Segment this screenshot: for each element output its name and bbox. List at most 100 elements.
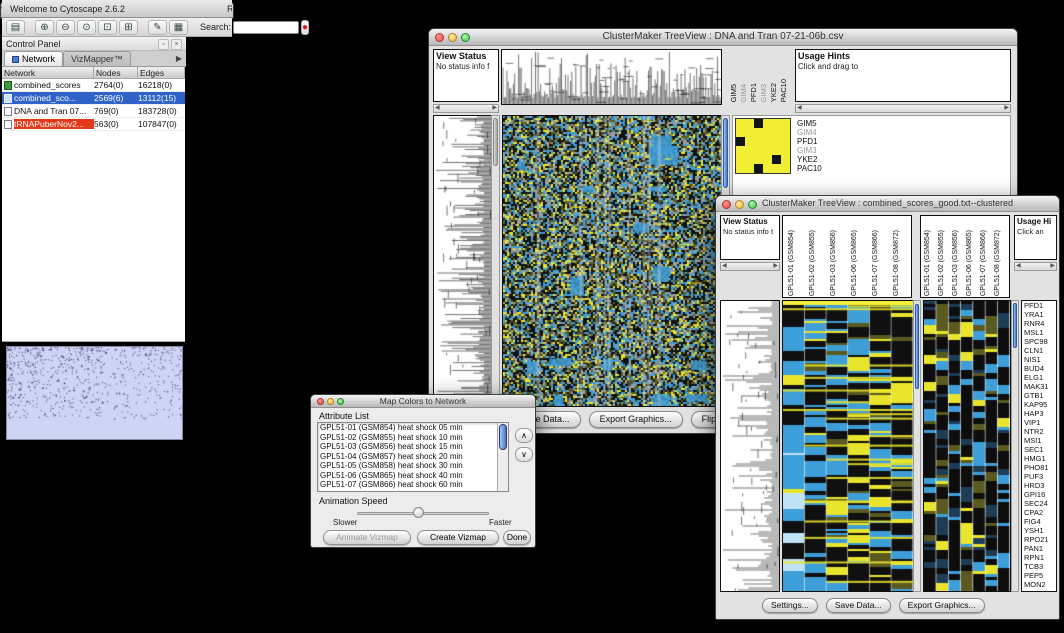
gene-label[interactable]: PAN1 xyxy=(1024,544,1056,553)
network-overview[interactable] xyxy=(6,346,183,440)
gene-label[interactable]: PHO81 xyxy=(1024,463,1056,472)
scrollbar-thumb[interactable] xyxy=(1013,303,1017,348)
scroll-right-icon[interactable]: ▶ xyxy=(492,105,497,112)
tab-network[interactable]: Network xyxy=(4,51,63,66)
dialog-titlebar[interactable]: Map Colors to Network xyxy=(311,395,535,408)
animate-vizmap-button[interactable]: Animate Vizmap xyxy=(323,530,411,545)
gene-label[interactable]: PFD1 xyxy=(1024,301,1056,310)
scroll-right-icon[interactable]: ▶ xyxy=(1050,263,1055,270)
attribute-item[interactable]: GPL51-06 (GSM865) heat shock 40 min xyxy=(318,471,508,481)
attribute-item[interactable]: GPL51-03 (GSM856) heat shock 15 min xyxy=(318,442,508,452)
speed-slider-thumb[interactable] xyxy=(413,507,424,518)
gene-label[interactable]: HRD3 xyxy=(1024,481,1056,490)
tab-vizmapper[interactable]: VizMapper™ xyxy=(63,51,131,66)
network-row[interactable]: combined_scores2764(0)16218(0) xyxy=(2,79,185,92)
close-panel-icon[interactable]: × xyxy=(171,39,182,50)
vertical-scrollbar[interactable] xyxy=(1011,300,1019,592)
treeview-dna-titlebar[interactable]: ClusterMaker TreeView : DNA and Tran 07-… xyxy=(429,29,1017,46)
gene-label[interactable]: VIP1 xyxy=(1024,418,1056,427)
gene-label[interactable]: HAP3 xyxy=(1024,409,1056,418)
grid-icon[interactable]: ▦ xyxy=(169,20,188,35)
record-icon[interactable]: ● xyxy=(301,20,309,35)
gene-label[interactable]: PAC10 xyxy=(797,164,822,173)
attribute-listbox[interactable]: GPL51-01 (GSM854) heat shock 05 minGPL51… xyxy=(317,422,509,492)
scroll-left-icon[interactable]: ◀ xyxy=(435,105,440,112)
tab-overflow-arrow-icon[interactable]: ▶ xyxy=(172,54,186,63)
gene-label[interactable]: RPN1 xyxy=(1024,553,1056,562)
minimize-button[interactable] xyxy=(327,398,334,405)
done-button[interactable]: Done xyxy=(503,530,531,545)
move-up-button[interactable]: ∧ xyxy=(515,428,533,443)
gene-label[interactable]: CPA2 xyxy=(1024,508,1056,517)
float-panel-icon[interactable]: ▫ xyxy=(158,39,169,50)
attribute-item[interactable]: GPL51-05 (GSM858) heat shock 30 min xyxy=(318,461,508,471)
row-dendrogram[interactable] xyxy=(720,300,780,592)
scroll-right-icon[interactable]: ▶ xyxy=(1004,105,1009,112)
vertical-scrollbar[interactable] xyxy=(913,300,921,592)
move-down-button[interactable]: ∨ xyxy=(515,447,533,462)
zoom-out-icon[interactable]: ⊖ xyxy=(56,20,75,35)
treeview-combined-titlebar[interactable]: ClusterMaker TreeView : combined_scores_… xyxy=(716,196,1059,212)
gene-label[interactable]: GIM3 xyxy=(797,146,822,155)
gene-label[interactable]: YRA1 xyxy=(1024,310,1056,319)
gene-label[interactable]: MAK31 xyxy=(1024,382,1056,391)
gene-label[interactable]: GPI16 xyxy=(1024,490,1056,499)
col-header-nodes[interactable]: Nodes xyxy=(94,67,138,78)
col-header-network[interactable]: Network xyxy=(2,67,94,78)
network-row[interactable]: combined_sco...2569(6)13112(15) xyxy=(2,92,185,105)
gene-label[interactable]: PEP5 xyxy=(1024,571,1056,580)
mini-scrollbar[interactable]: ◀ ▶ xyxy=(1014,262,1057,271)
zoom-button[interactable] xyxy=(748,200,757,209)
gene-label[interactable]: PFD1 xyxy=(797,137,822,146)
attribute-item[interactable]: GPL51-07 (GSM866) heat shock 60 min xyxy=(318,480,508,490)
gene-label[interactable]: KAP95 xyxy=(1024,400,1056,409)
attribute-item[interactable]: GPL51-04 (GSM857) heat shock 20 min xyxy=(318,452,508,462)
minimize-button[interactable] xyxy=(735,200,744,209)
scrollbar-thumb[interactable] xyxy=(723,118,728,188)
zoom-actual-icon[interactable]: ⊙ xyxy=(77,20,96,35)
scrollbar-thumb[interactable] xyxy=(499,424,507,450)
correlation-matrix[interactable] xyxy=(735,118,791,174)
gene-label[interactable]: PUF3 xyxy=(1024,472,1056,481)
scroll-left-icon[interactable]: ◀ xyxy=(797,105,802,112)
gene-label[interactable]: RNR4 xyxy=(1024,319,1056,328)
search-input[interactable] xyxy=(233,21,299,34)
zoom-heatmap[interactable] xyxy=(923,300,1011,592)
gene-label[interactable]: CLN1 xyxy=(1024,346,1056,355)
attribute-item[interactable]: GPL51-02 (GSM855) heat shock 10 min xyxy=(318,433,508,443)
gene-label[interactable]: RPO21 xyxy=(1024,535,1056,544)
gene-label[interactable]: MON2 xyxy=(1024,580,1056,589)
gene-label[interactable]: YKE2 xyxy=(797,155,822,164)
gene-label[interactable]: TCB3 xyxy=(1024,562,1056,571)
mini-scrollbar[interactable]: ◀ ▶ xyxy=(720,262,780,271)
gene-label[interactable]: GTB1 xyxy=(1024,391,1056,400)
gene-label[interactable]: BUD4 xyxy=(1024,364,1056,373)
zoom-button[interactable] xyxy=(461,33,470,42)
scrollbar-thumb[interactable] xyxy=(915,304,919,389)
vertical-scrollbar[interactable] xyxy=(497,423,508,491)
global-heatmap[interactable] xyxy=(502,115,722,407)
annotation-icon[interactable]: ✎ xyxy=(148,20,167,35)
minimize-button[interactable] xyxy=(448,33,457,42)
network-row[interactable]: DNA and Tran 07...769(0)183728(0) xyxy=(2,105,185,118)
zoom-fit-icon[interactable]: ⊡ xyxy=(98,20,117,35)
gene-label[interactable]: HMG1 xyxy=(1024,454,1056,463)
scrollbar-thumb[interactable] xyxy=(493,118,498,166)
row-dendrogram[interactable] xyxy=(433,115,492,407)
gene-label[interactable]: MSL1 xyxy=(1024,328,1056,337)
attribute-item[interactable]: GPL51-01 (GSM854) heat shock 05 min xyxy=(318,423,508,433)
create-vizmap-button[interactable]: Create Vizmap xyxy=(417,530,499,545)
zoom-in-icon[interactable]: ⊕ xyxy=(35,20,54,35)
export-graphics-button[interactable]: Export Graphics... xyxy=(589,411,683,428)
export-graphics-button[interactable]: Export Graphics... xyxy=(899,598,985,613)
scroll-left-icon[interactable]: ◀ xyxy=(1016,263,1021,270)
zoom-selected-icon[interactable]: ⊞ xyxy=(119,20,138,35)
gene-label[interactable]: SEC24 xyxy=(1024,499,1056,508)
global-heatmap[interactable] xyxy=(782,300,914,592)
gene-label[interactable]: SEC1 xyxy=(1024,445,1056,454)
scroll-right-icon[interactable]: ▶ xyxy=(773,263,778,270)
gene-label[interactable]: NIS1 xyxy=(1024,355,1056,364)
gene-label[interactable]: NTR2 xyxy=(1024,427,1056,436)
gene-label[interactable]: ELG1 xyxy=(1024,373,1056,382)
network-row[interactable]: tRNAPuberNov2...563(0)107847(0) xyxy=(2,118,185,131)
